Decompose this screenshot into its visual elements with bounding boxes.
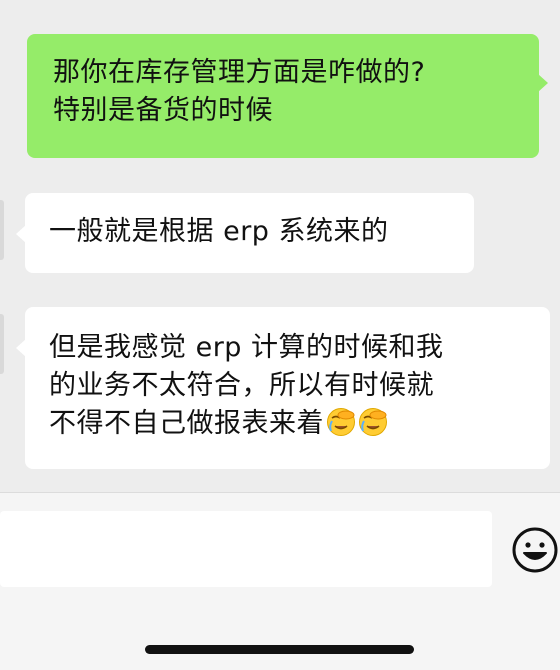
message-input[interactable] (0, 511, 492, 587)
message-text-line: 那你在库存管理方面是咋做的? (53, 57, 426, 88)
face-palm-emoji-icon (327, 408, 355, 436)
message-text-line: 但是我感觉 erp 计算的时候和我 (49, 332, 444, 363)
chat-area[interactable]: 那你在库存管理方面是咋做的? 特别是备货的时候 一般就是根据 erp 系统来的 … (0, 0, 560, 492)
message-text-line: 特别是备货的时候 (53, 95, 273, 126)
home-indicator[interactable] (145, 645, 414, 654)
incoming-message-bubble[interactable]: 一般就是根据 erp 系统来的 (16, 193, 474, 273)
face-palm-emoji-icon (359, 408, 387, 436)
message-text-line-with-emoji: 不得不自己做报表来着 (49, 405, 526, 443)
message-input-bar (0, 492, 560, 670)
outgoing-message-bubble[interactable]: 那你在库存管理方面是咋做的? 特别是备货的时候 (27, 34, 548, 158)
incoming-message-bubble[interactable]: 但是我感觉 erp 计算的时候和我 的业务不太符合，所以有时候就 不得不自己做报… (16, 307, 550, 469)
message-text-line: 的业务不太符合，所以有时候就 (49, 370, 434, 401)
smiley-face-icon[interactable] (510, 525, 560, 575)
contact-avatar-edge[interactable] (0, 314, 4, 374)
message-text-segment: 不得不自己做报表来着 (49, 408, 324, 439)
message-text-line: 一般就是根据 erp 系统来的 (49, 216, 389, 247)
contact-avatar-edge[interactable] (0, 200, 4, 260)
